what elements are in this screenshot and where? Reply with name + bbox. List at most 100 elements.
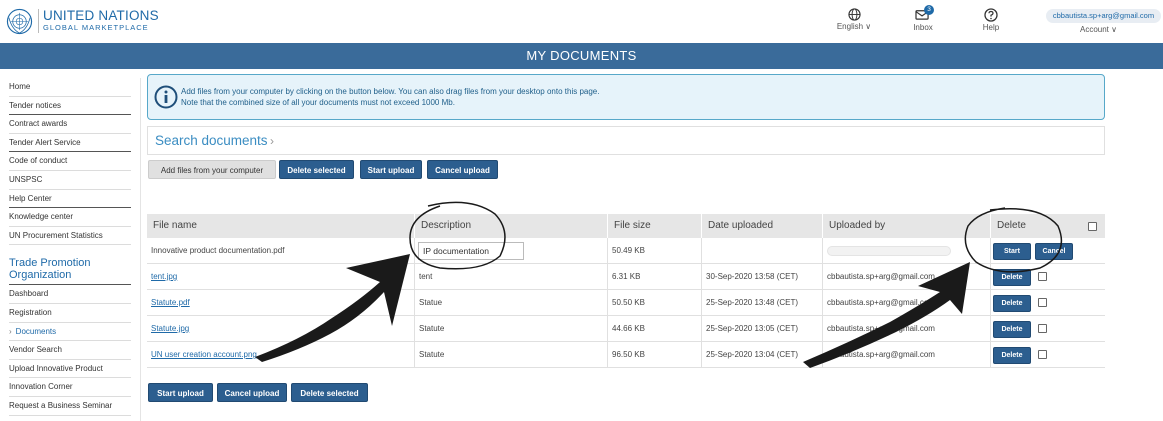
- table-row: Statute.pdf Statue 50.50 KB 25-Sep-2020 …: [147, 290, 1105, 316]
- search-documents-label: Search documents: [155, 133, 268, 148]
- sidebar-item-dashboard[interactable]: Dashboard: [9, 285, 131, 304]
- language-label: English ∨: [836, 22, 872, 31]
- row-select-checkbox[interactable]: [1038, 272, 1047, 281]
- start-upload-button[interactable]: Start upload: [360, 160, 422, 179]
- un-emblem-icon[interactable]: [6, 8, 33, 35]
- bottom-cancel-upload-button[interactable]: Cancel upload: [217, 383, 287, 402]
- brand-line-1[interactable]: UNITED NATIONS: [43, 8, 159, 23]
- help-label: Help: [982, 23, 1000, 32]
- table-row-pending: Innovative product documentation.pdf IP …: [147, 238, 1105, 264]
- sidebar-item-request-business-seminar[interactable]: Request a Business Seminar: [9, 397, 131, 416]
- cancel-button[interactable]: Cancel: [1035, 243, 1073, 260]
- sidebar-item-tender-notices[interactable]: Tender notices: [9, 97, 131, 116]
- search-documents-toggle[interactable]: Search documents ›: [147, 126, 1105, 155]
- upload-progress-bar: [827, 246, 951, 256]
- logo-divider: [38, 9, 39, 33]
- info-icon: [154, 85, 178, 109]
- file-link[interactable]: tent.jpg: [151, 272, 177, 281]
- delete-button[interactable]: Delete: [993, 269, 1031, 286]
- file-link[interactable]: Statute.jpg: [151, 324, 189, 333]
- cell-file-size: 44.66 KB: [608, 316, 702, 342]
- sidebar-item-un-procurement-statistics[interactable]: UN Procurement Statistics: [9, 227, 131, 246]
- row-select-checkbox[interactable]: [1038, 298, 1047, 307]
- bottom-delete-selected-button[interactable]: Delete selected: [291, 383, 368, 402]
- cell-date-uploaded: 30-Sep-2020 13:58 (CET): [702, 264, 823, 290]
- chevron-right-icon: ›: [9, 326, 12, 336]
- cell-file-size: 6.31 KB: [608, 264, 702, 290]
- sidebar-item-documents[interactable]: › Documents: [9, 323, 131, 342]
- sidebar-item-help-center[interactable]: Help Center: [9, 190, 131, 209]
- cell-file-name: Statute.jpg: [147, 316, 415, 342]
- user-email[interactable]: cbbautista.sp+arg@gmail.com: [1046, 9, 1161, 23]
- description-input[interactable]: IP documentation: [418, 242, 524, 260]
- cell-delete: Delete: [991, 264, 1105, 290]
- help-link[interactable]: Help: [976, 8, 1006, 32]
- cancel-upload-button[interactable]: Cancel upload: [427, 160, 498, 179]
- cell-date-uploaded: 25-Sep-2020 13:05 (CET): [702, 316, 823, 342]
- sidebar-item-code-of-conduct[interactable]: Code of conduct: [9, 152, 131, 171]
- bottom-start-upload-button[interactable]: Start upload: [148, 383, 213, 402]
- delete-selected-button[interactable]: Delete selected: [279, 160, 354, 179]
- chevron-right-icon: ›: [270, 134, 274, 148]
- info-box: Add files from your computer by clicking…: [147, 74, 1105, 120]
- column-description: Description: [415, 214, 608, 238]
- delete-button[interactable]: Delete: [993, 347, 1031, 364]
- sidebar-item-contract-awards[interactable]: Contract awards: [9, 115, 131, 134]
- cell-uploaded-by: cbbautista.sp+arg@gmail.com: [823, 264, 991, 290]
- cell-delete: Delete: [991, 342, 1105, 368]
- language-selector[interactable]: English ∨: [834, 8, 874, 31]
- cell-description: IP documentation: [415, 238, 608, 264]
- cell-description: Statue: [415, 290, 608, 316]
- sidebar-item-unspsc[interactable]: UNSPSC: [9, 171, 131, 190]
- select-all-checkbox[interactable]: [1088, 222, 1097, 231]
- table-row: UN user creation account.png Statute 96.…: [147, 342, 1105, 368]
- table-header: File name Description File size Date upl…: [147, 214, 1105, 238]
- start-button[interactable]: Start: [993, 243, 1031, 260]
- cell-uploaded-by: cbbautista.sp+arg@gmail.com: [823, 316, 991, 342]
- table-row: tent.jpg tent 6.31 KB 30-Sep-2020 13:58 …: [147, 264, 1105, 290]
- sidebar-item-upload-innovative-product[interactable]: Upload Innovative Product: [9, 360, 131, 379]
- delete-button[interactable]: Delete: [993, 295, 1031, 312]
- row-select-checkbox[interactable]: [1038, 350, 1047, 359]
- cell-upload-progress: [823, 238, 991, 264]
- table-row: Statute.jpg Statute 44.66 KB 25-Sep-2020…: [147, 316, 1105, 342]
- sidebar-item-innovation-corner[interactable]: Innovation Corner: [9, 378, 131, 397]
- globe-icon: [847, 8, 861, 21]
- info-text-line-1: Add files from your computer by clicking…: [181, 87, 600, 96]
- inbox-count-badge: 3: [924, 5, 934, 15]
- add-files-button[interactable]: Add files from your computer: [148, 160, 276, 179]
- cell-uploaded-by: cbbautista.sp+arg@gmail.com: [823, 342, 991, 368]
- cell-delete: Delete: [991, 290, 1105, 316]
- sidebar-org-heading[interactable]: Trade Promotion Organization: [9, 245, 131, 286]
- info-text-line-2: Note that the combined size of all your …: [181, 98, 455, 107]
- sidebar-item-registration[interactable]: Registration: [9, 304, 131, 323]
- cell-delete: Delete: [991, 316, 1105, 342]
- cell-description: tent: [415, 264, 608, 290]
- sidebar-item-knowledge-center[interactable]: Knowledge center: [9, 208, 131, 227]
- top-header: UNITED NATIONS GLOBAL MARKETPLACE Englis…: [0, 0, 1163, 43]
- cell-actions: Start Cancel: [991, 238, 1105, 264]
- file-link[interactable]: Statute.pdf: [151, 298, 190, 307]
- cell-file-size: 50.50 KB: [608, 290, 702, 316]
- brand-line-2[interactable]: GLOBAL MARKETPLACE: [43, 23, 149, 32]
- column-uploaded-by: Uploaded by: [823, 214, 991, 238]
- sidebar-item-home[interactable]: Home: [9, 78, 131, 97]
- sidebar-item-tender-alert-service[interactable]: Tender Alert Service: [9, 134, 131, 153]
- cell-description: Statute: [415, 342, 608, 368]
- sidebar-item-label: Documents: [15, 326, 57, 336]
- column-file-size: File size: [608, 214, 702, 238]
- cell-date-uploaded: 25-Sep-2020 13:04 (CET): [702, 342, 823, 368]
- file-link[interactable]: UN user creation account.png: [151, 350, 257, 359]
- cell-file-size: 50.49 KB: [608, 238, 702, 264]
- cell-file-name: Innovative product documentation.pdf: [147, 238, 415, 264]
- account-menu[interactable]: Account ∨: [1080, 25, 1117, 34]
- cell-uploaded-by: cbbautista.sp+arg@gmail.com: [823, 290, 991, 316]
- delete-button[interactable]: Delete: [993, 321, 1031, 338]
- sidebar-item-vendor-search[interactable]: Vendor Search: [9, 341, 131, 360]
- inbox-link[interactable]: 3 Inbox: [908, 5, 938, 32]
- column-file-name: File name: [147, 214, 415, 238]
- help-icon: [984, 8, 998, 22]
- cell-file-name: Statute.pdf: [147, 290, 415, 316]
- cell-file-name: tent.jpg: [147, 264, 415, 290]
- row-select-checkbox[interactable]: [1038, 324, 1047, 333]
